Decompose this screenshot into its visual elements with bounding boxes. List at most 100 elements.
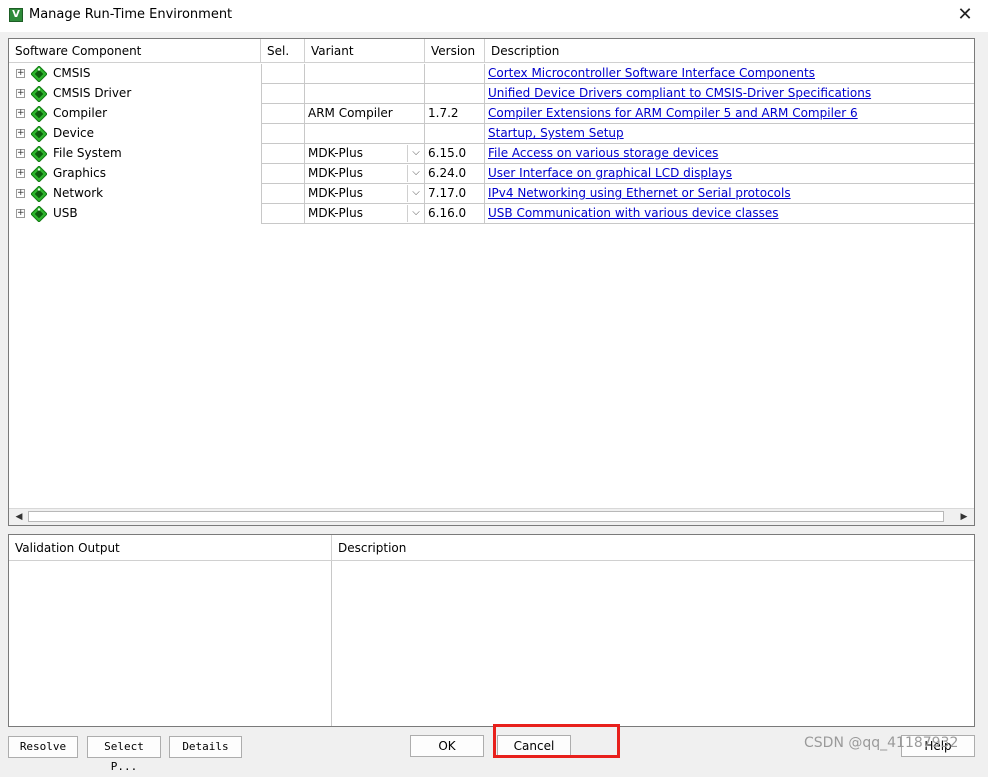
column-header-sel[interactable]: Sel.: [261, 39, 305, 63]
version-cell: 6.24.0: [425, 164, 485, 184]
component-gem-icon: [31, 86, 47, 102]
ok-button[interactable]: OK: [410, 735, 484, 757]
description-link[interactable]: Compiler Extensions for ARM Compiler 5 a…: [488, 106, 858, 120]
component-name: CMSIS Driver: [53, 86, 132, 100]
component-name: Device: [53, 126, 95, 140]
table-row[interactable]: + Device Startup, System Setup: [9, 124, 974, 144]
scroll-right-icon[interactable]: ▶: [956, 509, 972, 525]
resolve-button[interactable]: Resolve: [8, 736, 78, 758]
description-link[interactable]: File Access on various storage devices: [488, 146, 718, 160]
variant-value: MDK-Plus: [308, 146, 363, 160]
cancel-button[interactable]: Cancel: [497, 735, 571, 757]
expand-icon[interactable]: +: [16, 169, 25, 178]
component-gem-icon: [31, 66, 47, 82]
column-header-version[interactable]: Version: [425, 39, 485, 63]
description-cell: File Access on various storage devices: [485, 144, 974, 164]
horizontal-scrollbar[interactable]: ◀ ▶: [9, 508, 974, 525]
column-header-software-component[interactable]: Software Component: [9, 39, 261, 63]
description-cell: Cortex Microcontroller Software Interfac…: [485, 64, 974, 84]
table-row[interactable]: + Network MDK-Plus ⌵ 7.17.0 IPv4 Networking u…: [9, 184, 974, 204]
sel-cell[interactable]: [261, 164, 305, 184]
variant-dropdown[interactable]: MDK-Plus ⌵: [305, 204, 425, 224]
version-cell: 1.7.2: [425, 104, 485, 124]
variant-value: MDK-Plus: [308, 186, 363, 200]
select-packs-button[interactable]: Select P...: [87, 736, 161, 773]
variant-value: ARM Compiler: [308, 106, 393, 120]
table-row[interactable]: + USB MDK-Plus ⌵ 6.16.0 USB Communication wit…: [9, 204, 974, 224]
expand-icon[interactable]: +: [16, 149, 25, 158]
sel-cell[interactable]: [261, 104, 305, 124]
description-link[interactable]: User Interface on graphical LCD displays: [488, 166, 732, 180]
description-link[interactable]: IPv4 Networking using Ethernet or Serial…: [488, 186, 791, 200]
sel-cell[interactable]: [261, 64, 305, 84]
keil-app-icon: V: [9, 8, 23, 22]
variant-dropdown[interactable]: MDK-Plus ⌵: [305, 184, 425, 204]
description-link[interactable]: Startup, System Setup: [488, 126, 624, 140]
title-bar: V Manage Run-Time Environment ✕: [0, 0, 988, 32]
variant-cell: [305, 84, 425, 104]
column-header-variant[interactable]: Variant: [305, 39, 425, 63]
window-title: Manage Run-Time Environment: [29, 7, 233, 22]
table-row[interactable]: + CMSIS Driver Unified Device Drivers comp…: [9, 84, 974, 104]
description-link[interactable]: Unified Device Drivers compliant to CMSI…: [488, 86, 871, 100]
table-row[interactable]: + Graphics MDK-Plus ⌵ 6.24.0 User Interface o…: [9, 164, 974, 184]
column-header-validation-description[interactable]: Description: [332, 535, 974, 561]
expand-icon[interactable]: +: [16, 109, 25, 118]
table-row[interactable]: + Compiler ARM Compiler 1.7.2 Compiler Exten…: [9, 104, 974, 124]
variant-cell: [305, 64, 425, 84]
validation-divider: [331, 561, 332, 726]
variant-cell: ARM Compiler: [305, 104, 425, 124]
expand-icon[interactable]: +: [16, 89, 25, 98]
version-cell: 7.17.0: [425, 184, 485, 204]
component-name: File System: [53, 146, 122, 160]
description-cell: USB Communication with various device cl…: [485, 204, 974, 224]
description-cell: IPv4 Networking using Ethernet or Serial…: [485, 184, 974, 204]
sel-cell[interactable]: [261, 204, 305, 224]
sel-cell[interactable]: [261, 184, 305, 204]
details-button[interactable]: Details: [169, 736, 242, 758]
scroll-left-icon[interactable]: ◀: [11, 509, 27, 525]
chevron-down-icon[interactable]: ⌵: [407, 205, 424, 222]
expand-icon[interactable]: +: [16, 69, 25, 78]
table-row[interactable]: + File System MDK-Plus ⌵ 6.15.0 File Access o…: [9, 144, 974, 164]
sel-cell[interactable]: [261, 84, 305, 104]
column-header-description[interactable]: Description: [485, 39, 974, 63]
description-cell: Compiler Extensions for ARM Compiler 5 a…: [485, 104, 974, 124]
variant-cell: [305, 124, 425, 144]
version-cell: 6.15.0: [425, 144, 485, 164]
chevron-down-icon[interactable]: ⌵: [407, 145, 424, 162]
description-link[interactable]: USB Communication with various device cl…: [488, 206, 779, 220]
description-cell: Unified Device Drivers compliant to CMSI…: [485, 84, 974, 104]
software-component-table: Software Component Sel. Variant Version …: [8, 38, 975, 526]
version-cell: [425, 124, 485, 144]
component-name: Network: [53, 186, 104, 200]
scrollbar-thumb[interactable]: [28, 511, 944, 522]
watermark: CSDN @qq_41187932: [804, 735, 959, 751]
component-gem-icon: [31, 206, 47, 222]
expand-icon[interactable]: +: [16, 209, 25, 218]
sel-cell[interactable]: [261, 144, 305, 164]
variant-value: MDK-Plus: [308, 206, 363, 220]
description-link[interactable]: Cortex Microcontroller Software Interfac…: [488, 66, 815, 80]
component-name: Graphics: [53, 166, 106, 180]
table-row[interactable]: + CMSIS Cortex Microcontroller Software In…: [9, 64, 974, 84]
version-cell: [425, 84, 485, 104]
variant-value: MDK-Plus: [308, 166, 363, 180]
description-cell: User Interface on graphical LCD displays: [485, 164, 974, 184]
close-button[interactable]: ✕: [942, 0, 988, 32]
component-name: USB: [53, 206, 78, 220]
version-cell: 6.16.0: [425, 204, 485, 224]
expand-icon[interactable]: +: [16, 189, 25, 198]
expand-icon[interactable]: +: [16, 129, 25, 138]
chevron-down-icon[interactable]: ⌵: [407, 165, 424, 182]
variant-dropdown[interactable]: MDK-Plus ⌵: [305, 144, 425, 164]
column-header-validation-output[interactable]: Validation Output: [9, 535, 332, 561]
chevron-down-icon[interactable]: ⌵: [407, 185, 424, 202]
component-gem-icon: [31, 146, 47, 162]
close-icon: ✕: [957, 4, 973, 25]
variant-dropdown[interactable]: MDK-Plus ⌵: [305, 164, 425, 184]
component-gem-icon: [31, 126, 47, 142]
description-cell: Startup, System Setup: [485, 124, 974, 144]
sel-cell[interactable]: [261, 124, 305, 144]
component-gem-icon: [31, 186, 47, 202]
